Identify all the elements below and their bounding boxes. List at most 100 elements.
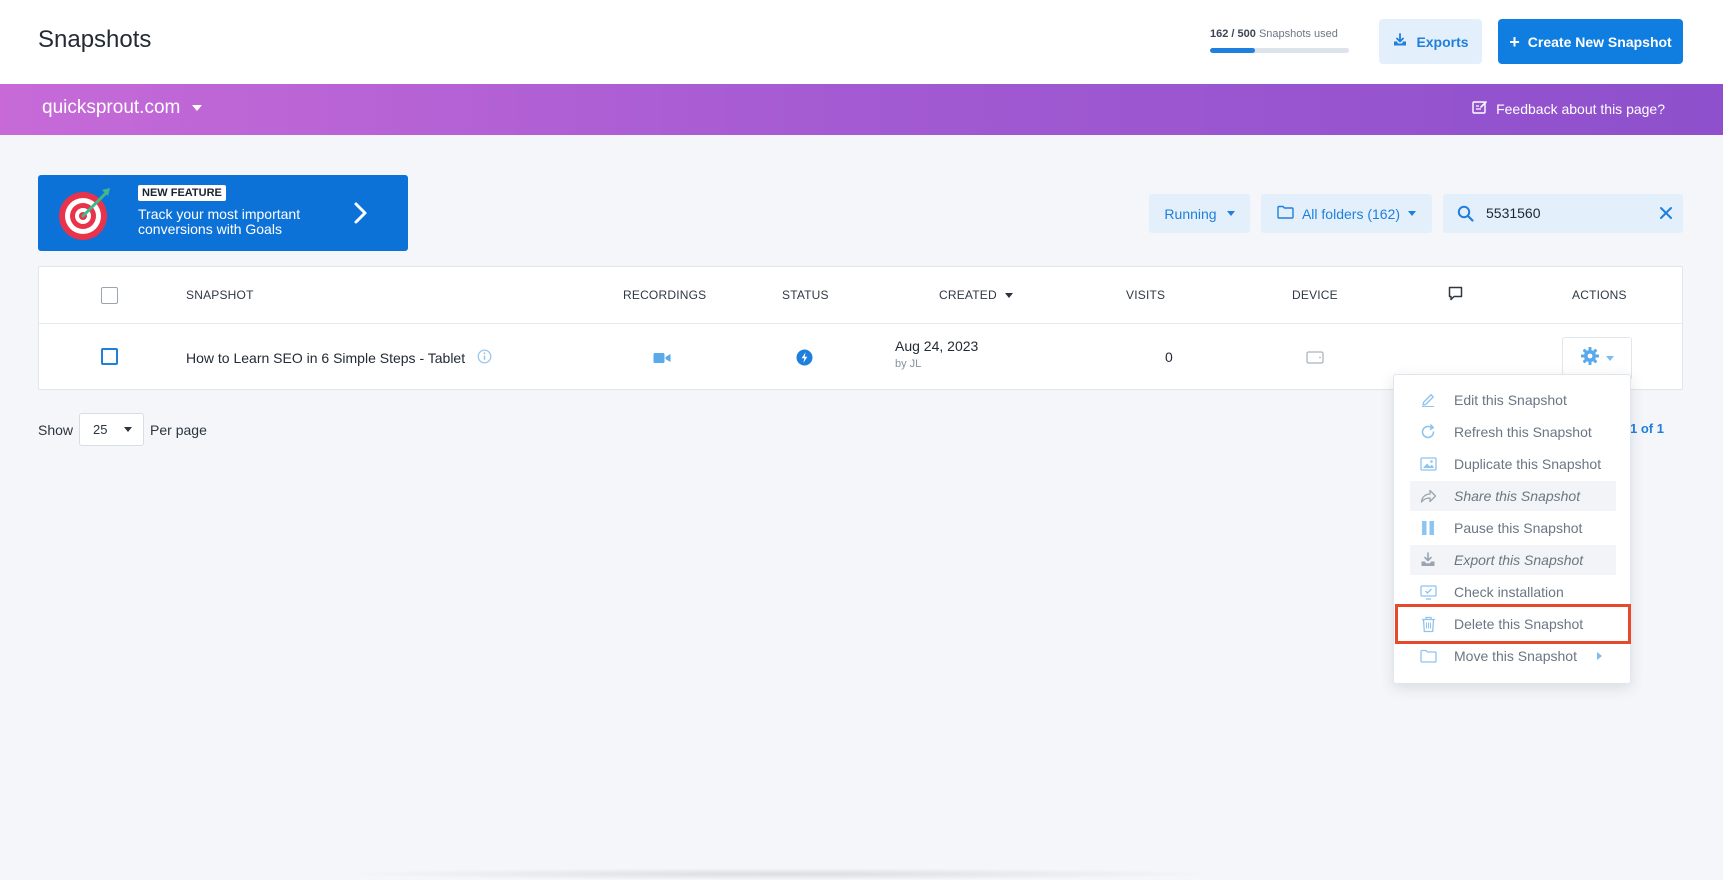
- gear-icon: [1580, 346, 1600, 371]
- current-page: 1 of: [1630, 421, 1654, 436]
- feedback-link[interactable]: Feedback about this page?: [1472, 100, 1665, 118]
- column-recordings[interactable]: RECORDINGS: [623, 288, 706, 302]
- usage-progress-fill: [1210, 48, 1256, 53]
- top-header: Snapshots 162 / 500 Snapshots used Expor…: [0, 0, 1723, 84]
- menu-item-delete[interactable]: Delete this Snapshot: [1395, 604, 1631, 644]
- sort-desc-icon: [1004, 292, 1013, 298]
- status-running-icon: [796, 349, 813, 369]
- download-tray-icon: [1392, 32, 1408, 51]
- status-filter-label: Running: [1164, 205, 1217, 222]
- menu-item-label: Edit this Snapshot: [1454, 392, 1567, 408]
- create-snapshot-button[interactable]: + Create New Snapshot: [1498, 19, 1683, 64]
- actions-gear-button[interactable]: [1562, 337, 1632, 379]
- menu-item-label: Move this Snapshot: [1454, 648, 1577, 664]
- feedback-edit-icon: [1472, 100, 1488, 118]
- feedback-label: Feedback about this page?: [1496, 101, 1665, 117]
- chevron-down-icon: [1408, 211, 1417, 216]
- menu-item-refresh[interactable]: Refresh this Snapshot: [1410, 417, 1616, 447]
- status-filter-dropdown[interactable]: Running: [1149, 194, 1250, 233]
- page-indicator: 1 of 1: [1630, 421, 1664, 436]
- chevron-down-icon: [1226, 211, 1235, 216]
- chevron-down-icon: [1606, 356, 1614, 361]
- per-page-select[interactable]: 25: [79, 413, 145, 446]
- goals-promo-banner[interactable]: NEW FEATURE Track your most important co…: [38, 175, 408, 251]
- show-label: Show: [38, 421, 74, 438]
- duplicate-icon: [1418, 454, 1438, 474]
- column-status[interactable]: STATUS: [782, 288, 829, 302]
- menu-item-duplicate[interactable]: Duplicate this Snapshot: [1410, 449, 1616, 479]
- search-input[interactable]: [1486, 202, 1646, 224]
- monitor-check-icon: [1418, 582, 1438, 602]
- new-feature-badge: NEW FEATURE: [138, 185, 226, 201]
- menu-item-label: Refresh this Snapshot: [1454, 424, 1592, 440]
- folder-filter-label: All folders (162): [1301, 205, 1401, 222]
- usage-progress-bar: [1210, 48, 1349, 53]
- column-actions: ACTIONS: [1572, 288, 1627, 302]
- usage-count: 162 / 500: [1210, 28, 1256, 40]
- search-box: [1443, 194, 1683, 233]
- per-page-label: Per page: [150, 421, 207, 438]
- usage-label: Snapshots used: [1258, 28, 1338, 40]
- search-icon: [1457, 205, 1474, 227]
- menu-item-label: Check installation: [1454, 584, 1564, 600]
- page-title: Snapshots: [38, 26, 152, 53]
- row-checkbox[interactable]: [101, 348, 118, 365]
- menu-item-label: Share this Snapshot: [1454, 488, 1581, 504]
- pause-icon: [1418, 518, 1438, 538]
- clear-search-icon[interactable]: [1659, 206, 1673, 225]
- menu-item-export[interactable]: Export this Snapshot: [1410, 545, 1616, 575]
- site-name: quicksprout.com: [42, 97, 181, 118]
- exports-label: Exports: [1416, 33, 1469, 50]
- plus-icon: +: [1509, 31, 1520, 52]
- menu-item-label: Pause this Snapshot: [1454, 520, 1583, 536]
- site-selector[interactable]: quicksprout.com: [42, 97, 203, 119]
- visits-count: 0: [1165, 349, 1173, 365]
- folder-icon: [1277, 205, 1294, 222]
- trash-icon: [1418, 614, 1438, 634]
- column-visits[interactable]: VISITS: [1126, 288, 1165, 302]
- column-created[interactable]: CREATED: [939, 288, 1013, 302]
- menu-item-check-installation[interactable]: Check installation: [1410, 577, 1616, 607]
- menu-item-label: Delete this Snapshot: [1454, 616, 1584, 632]
- pencil-icon: [1418, 390, 1438, 410]
- share-icon: [1418, 486, 1438, 506]
- created-by: by JL: [895, 358, 922, 370]
- table-header: SNAPSHOT RECORDINGS STATUS CREATED VISIT…: [39, 267, 1682, 324]
- per-page-control: Show 25 Per page: [38, 413, 207, 446]
- folder-filter-dropdown[interactable]: All folders (162): [1261, 194, 1432, 233]
- target-icon: [56, 186, 114, 247]
- exports-button[interactable]: Exports: [1379, 19, 1482, 64]
- menu-item-label: Duplicate this Snapshot: [1454, 456, 1602, 472]
- snapshot-name-cell[interactable]: How to Learn SEO in 6 Simple Steps - Tab…: [186, 349, 492, 367]
- menu-item-move[interactable]: Move this Snapshot: [1410, 641, 1616, 671]
- chevron-right-icon: [1597, 652, 1602, 660]
- create-snapshot-label: Create New Snapshot: [1527, 33, 1672, 50]
- total-pages: 1: [1656, 421, 1664, 436]
- created-date: Aug 24, 2023: [895, 338, 979, 354]
- bottom-shadow: [330, 868, 1230, 880]
- menu-item-pause[interactable]: Pause this Snapshot: [1410, 513, 1616, 543]
- promo-text: Track your most important conversions wi…: [138, 206, 301, 237]
- created-cell: Aug 24, 2023 by JL: [895, 338, 978, 370]
- snapshots-table: SNAPSHOT RECORDINGS STATUS CREATED VISIT…: [38, 266, 1683, 390]
- select-all-checkbox[interactable]: [101, 287, 118, 304]
- chevron-down-icon: [192, 105, 203, 111]
- info-icon[interactable]: [477, 349, 492, 367]
- chevron-down-icon: [124, 427, 133, 432]
- snapshot-usage: 162 / 500 Snapshots used: [1210, 28, 1350, 53]
- snapshot-actions-menu: Edit this Snapshot Refresh this Snapshot…: [1393, 374, 1631, 684]
- column-snapshot[interactable]: SNAPSHOT: [186, 288, 254, 302]
- snapshot-name[interactable]: How to Learn SEO in 6 Simple Steps - Tab…: [186, 350, 465, 366]
- folder-icon: [1418, 646, 1438, 666]
- site-bar: quicksprout.com Feedback about this page…: [0, 84, 1723, 135]
- per-page-value: 25: [93, 422, 108, 437]
- tablet-device-icon: [1306, 351, 1324, 367]
- refresh-icon: [1418, 422, 1438, 442]
- menu-item-label: Export this Snapshot: [1454, 552, 1584, 568]
- menu-item-share[interactable]: Share this Snapshot: [1410, 481, 1616, 511]
- comment-icon[interactable]: [1448, 286, 1463, 304]
- recordings-video-icon[interactable]: [653, 351, 671, 367]
- menu-item-edit[interactable]: Edit this Snapshot: [1410, 385, 1616, 415]
- column-created-label: CREATED: [939, 288, 997, 302]
- column-device[interactable]: DEVICE: [1292, 288, 1338, 302]
